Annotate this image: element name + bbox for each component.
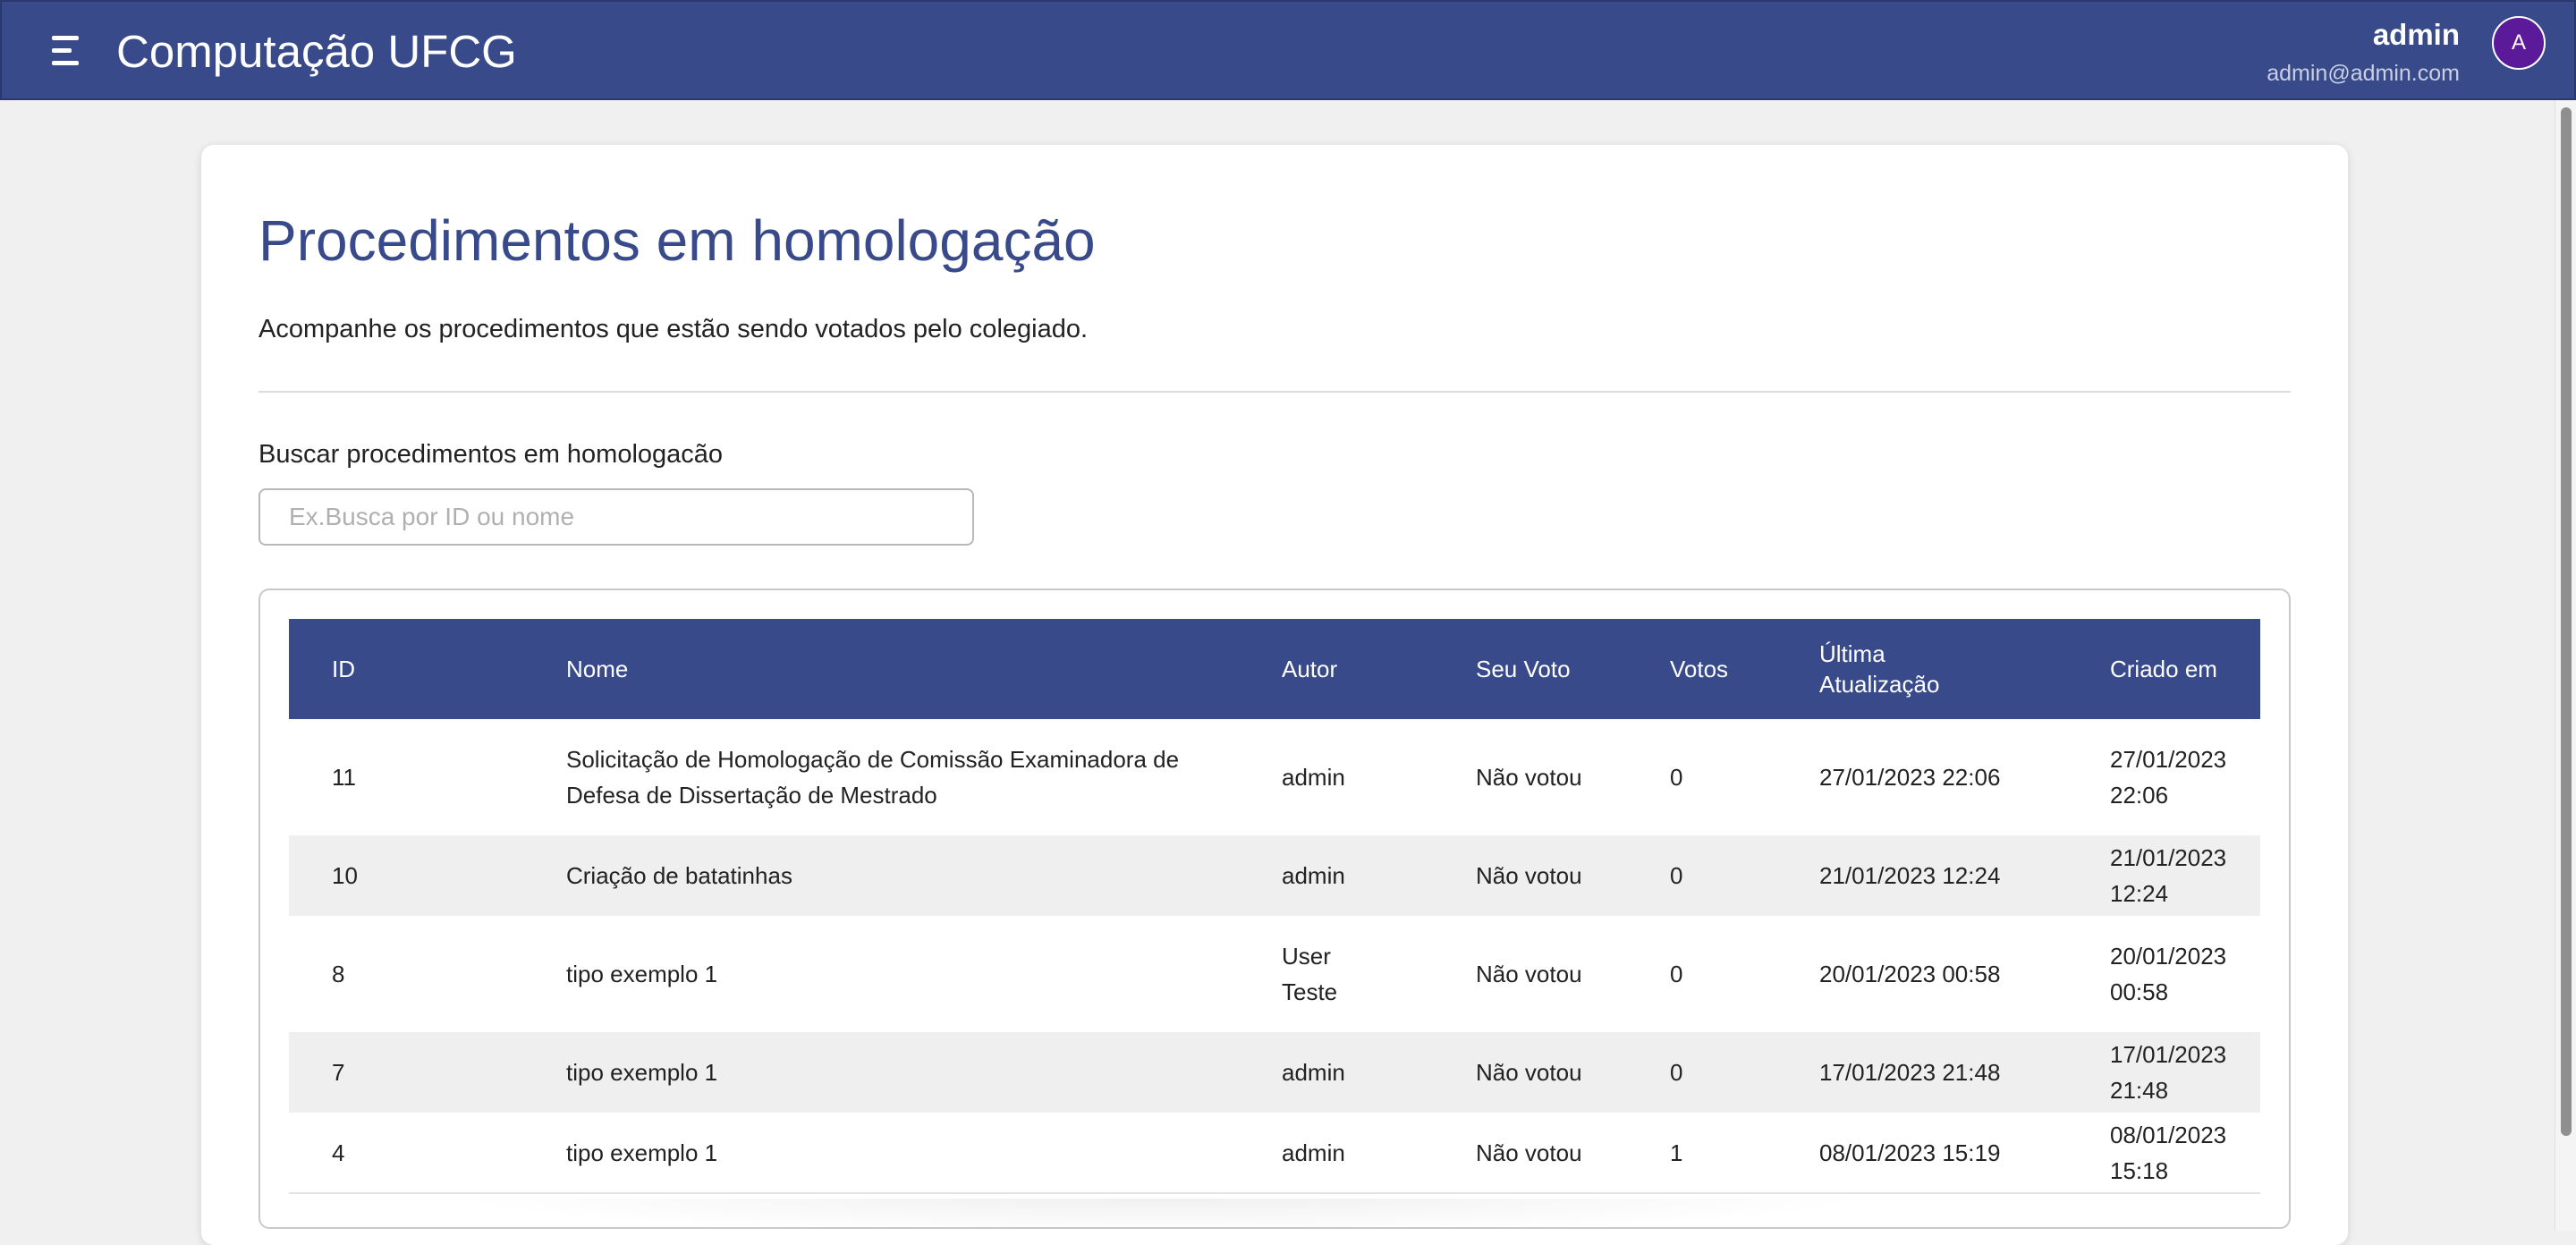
cell-nome: tipo exemplo 1 <box>566 1059 718 1086</box>
user-email: admin@admin.com <box>2267 61 2460 86</box>
search-label: Buscar procedimentos em homologacão <box>258 440 724 469</box>
top-app-bar: Computação UFCG admin admin@admin.com A <box>0 0 2576 100</box>
cell-autor: admin <box>1282 1059 1345 1086</box>
cell-votos: 0 <box>1670 1059 1683 1086</box>
avatar[interactable]: A <box>2492 16 2546 70</box>
cell-criado-em: 27/01/2023 22:06 <box>2110 746 2227 809</box>
cell-votos: 1 <box>1670 1139 1683 1166</box>
cell-votos: 0 <box>1670 862 1683 889</box>
cell-criado-em: 17/01/2023 21:48 <box>2110 1041 2227 1104</box>
table-row[interactable]: 10 Criação de batatinhas admin Não votou… <box>289 835 2260 916</box>
cell-seu-voto: Não votou <box>1476 1059 1582 1086</box>
column-header-id[interactable]: ID <box>289 619 566 719</box>
cell-votos: 0 <box>1670 961 1683 987</box>
column-header-votos[interactable]: Votos <box>1670 619 1819 719</box>
cell-nome: Solicitação de Homologação de Comissão E… <box>566 746 1180 809</box>
column-header-seu-voto[interactable]: Seu Voto <box>1476 619 1670 719</box>
procedures-table: ID Nome Autor Seu Voto Votos Última Atua… <box>289 619 2260 1194</box>
column-header-criado-em[interactable]: Criado em <box>2110 619 2260 719</box>
app-title: Computação UFCG <box>116 26 517 77</box>
cell-id: 11 <box>332 764 356 791</box>
cell-id: 8 <box>332 961 345 987</box>
table-row[interactable]: 11 Solicitação de Homologação de Comissã… <box>289 719 2260 835</box>
page-description: Acompanhe os procedimentos que estão sen… <box>258 315 1089 343</box>
cell-id: 7 <box>332 1059 345 1086</box>
cell-votos: 0 <box>1670 764 1683 791</box>
search-input[interactable] <box>258 488 974 546</box>
cell-id: 4 <box>332 1139 345 1166</box>
cell-nome: tipo exemplo 1 <box>566 1139 718 1166</box>
user-name: admin <box>2372 18 2460 51</box>
table-row[interactable]: 7 tipo exemplo 1 admin Não votou 0 17/01… <box>289 1032 2260 1113</box>
cell-ultima-atualizacao: 17/01/2023 21:48 <box>1819 1059 2001 1086</box>
cell-seu-voto: Não votou <box>1476 1139 1582 1166</box>
cell-seu-voto: Não votou <box>1476 764 1582 791</box>
column-header-nome[interactable]: Nome <box>566 619 1282 719</box>
page-scrollbar[interactable] <box>2555 100 2576 1231</box>
table-header-row: ID Nome Autor Seu Voto Votos Última Atua… <box>289 619 2260 719</box>
scrollbar-thumb[interactable] <box>2561 107 2572 1136</box>
cell-autor-label: User Teste <box>1282 943 1338 1005</box>
content-card: Procedimentos em homologação Acompanhe o… <box>201 145 2348 1245</box>
cell-nome: tipo exemplo 1 <box>566 961 718 987</box>
cell-seu-voto: Não votou <box>1476 862 1582 889</box>
menu-icon[interactable] <box>48 36 84 68</box>
cell-nome: Criação de batatinhas <box>566 862 792 889</box>
cell-ultima-atualizacao: 21/01/2023 12:24 <box>1819 862 2001 889</box>
table-row[interactable]: 4 tipo exemplo 1 admin Não votou 1 08/01… <box>289 1113 2260 1193</box>
cell-ultima-atualizacao: 08/01/2023 15:19 <box>1819 1139 2001 1166</box>
cell-autor: admin <box>1282 764 1345 791</box>
cell-autor: admin <box>1282 1139 1345 1166</box>
cell-autor: admin <box>1282 862 1345 889</box>
cell-criado-em: 21/01/2023 12:24 <box>2110 844 2227 907</box>
cell-autor: User Teste <box>1282 916 1476 1032</box>
cell-seu-voto: Não votou <box>1476 961 1582 987</box>
column-header-ultima-atualizacao[interactable]: Última Atualização <box>1819 619 2110 719</box>
column-header-ultima-atualizacao-label: Última Atualização <box>1819 640 1940 698</box>
cell-ultima-atualizacao: 20/01/2023 00:58 <box>1819 961 2001 987</box>
bottom-shadow <box>447 1198 1878 1234</box>
cell-criado-em: 20/01/2023 00:58 <box>2110 943 2227 1005</box>
column-header-autor[interactable]: Autor <box>1282 619 1476 719</box>
cell-criado-em: 08/01/2023 15:18 <box>2110 1121 2227 1184</box>
table-row[interactable]: 8 tipo exemplo 1 User Teste Não votou 0 … <box>289 916 2260 1032</box>
page-title: Procedimentos em homologação <box>258 208 1096 273</box>
cell-id: 10 <box>332 862 358 889</box>
cell-ultima-atualizacao: 27/01/2023 22:06 <box>1819 764 2001 791</box>
divider <box>258 391 2291 393</box>
procedures-table-container: ID Nome Autor Seu Voto Votos Última Atua… <box>258 589 2291 1229</box>
